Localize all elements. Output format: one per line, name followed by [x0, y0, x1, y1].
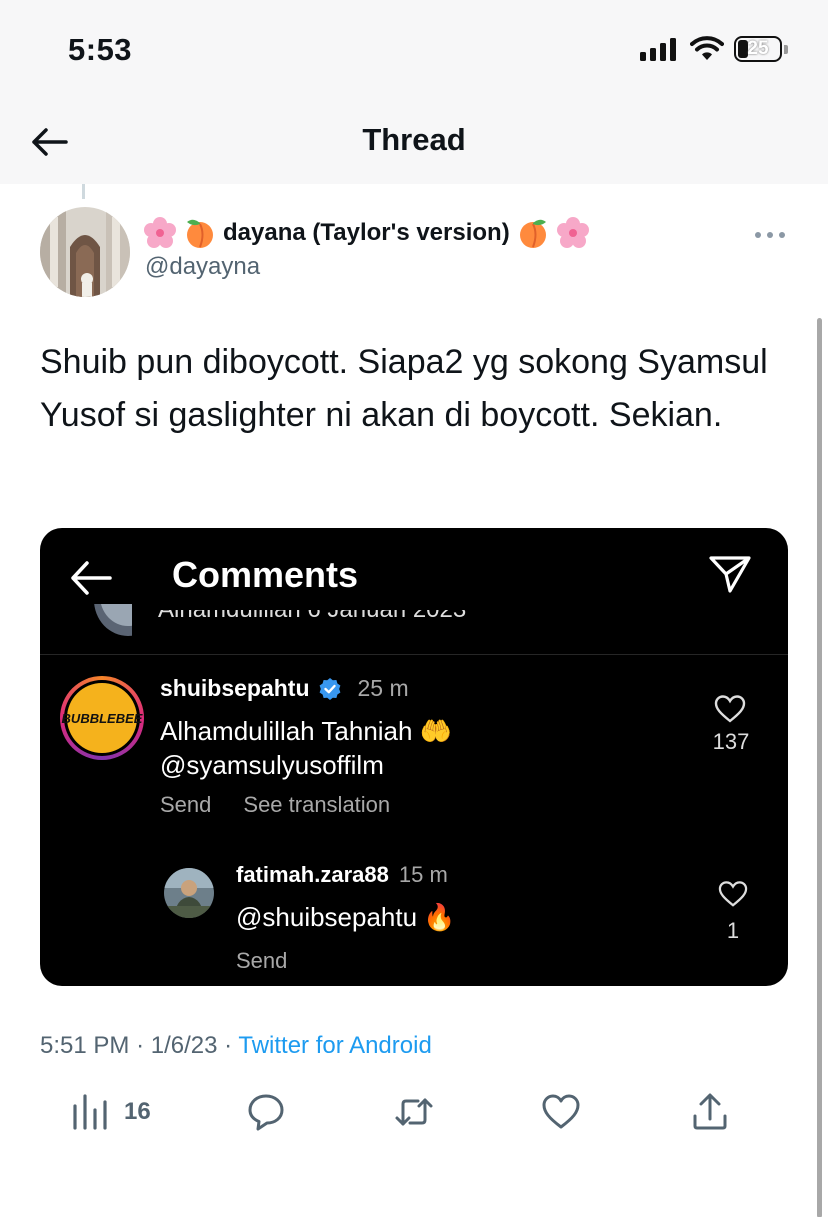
comment-send: Send — [160, 792, 212, 817]
tweet-date: 1/6/23 — [150, 1032, 218, 1059]
comment-username: shuibsepahtu 25 m — [160, 675, 409, 702]
page-title: Thread — [362, 122, 466, 157]
battery-level: 25 — [747, 38, 769, 59]
reply-avatar — [164, 868, 214, 918]
verified-icon — [319, 677, 340, 700]
fire-emoji: 🔥 — [423, 902, 456, 932]
comment-actions: Send See translation — [160, 792, 390, 818]
reply-icon — [248, 1094, 284, 1131]
wifi-icon — [690, 36, 724, 60]
like-button[interactable] — [541, 1092, 581, 1132]
meta-separator: · — [224, 1032, 233, 1059]
action-bar: 16 — [0, 1088, 828, 1136]
thread-connector — [82, 184, 85, 199]
comment-username-text: shuibsepahtu — [160, 675, 310, 701]
reply-username: fatimah.zara88 15 m — [236, 862, 448, 888]
heart-icon — [714, 695, 746, 723]
more-icon[interactable] — [748, 222, 792, 248]
cutoff-comment: Alhamdulillah 6 Januari 2023 — [158, 610, 466, 636]
reply-like-count: 1 — [726, 918, 740, 943]
display-name[interactable]: dayana (Taylor's version) — [143, 216, 590, 250]
tweet-source-link[interactable]: Twitter for Android — [238, 1032, 431, 1059]
status-bar: 5:53 25 — [0, 0, 828, 100]
status-icons: 25 — [640, 36, 788, 62]
share-button[interactable] — [690, 1092, 730, 1132]
comment-text: Alhamdulillah Tahniah 🤲 @syamsulyusoffil… — [160, 716, 453, 780]
tweet-media[interactable]: Comments Alhamdulillah 6 Januari 2023 BU… — [40, 528, 788, 986]
views-icon — [73, 1094, 107, 1130]
reply-username-text: fatimah.zara88 — [236, 862, 389, 887]
scrollbar[interactable] — [817, 318, 822, 1217]
reply-text: @shuibsepahtu 🔥 — [236, 902, 455, 933]
status-time: 5:53 — [68, 32, 133, 67]
peach-icon — [187, 219, 213, 248]
display-name-text: dayana (Taylor's version) — [223, 219, 510, 246]
reply-button[interactable] — [246, 1092, 286, 1132]
comment-like-count: 137 — [712, 729, 750, 754]
media-divider — [40, 654, 788, 655]
cutoff-comment-text: Alhamdulillah 6 Januari 2023 — [158, 610, 466, 624]
peach-icon — [519, 219, 546, 248]
share-icon — [693, 1093, 727, 1130]
heart-icon — [718, 881, 748, 907]
user-handle[interactable]: @dayayna — [145, 253, 260, 281]
avatar[interactable] — [40, 207, 130, 297]
reply-time: 15 m — [398, 862, 448, 887]
cherry-blossom-icon — [144, 217, 176, 248]
comment-avatar: BUBBLEBEE — [60, 676, 144, 760]
meta-separator: · — [136, 1032, 145, 1059]
signal-icon — [640, 38, 676, 61]
cutoff-avatar — [70, 604, 132, 638]
cherry-blossom-icon — [556, 217, 589, 248]
send-icon — [709, 556, 751, 593]
nav-bar: Thread — [0, 100, 828, 184]
avatar-logo-text: BUBBLEBEE — [62, 683, 142, 753]
battery-icon: 25 — [734, 36, 782, 62]
back-arrow-icon — [71, 561, 112, 595]
reply-text-content: @shuibsepahtu — [236, 902, 418, 932]
tweet-time: 5:51 PM — [40, 1032, 130, 1059]
retweet-button[interactable] — [394, 1092, 434, 1132]
views-button[interactable]: 16 — [70, 1092, 151, 1132]
like-icon — [542, 1094, 580, 1129]
battery-nub — [784, 44, 788, 54]
comment-time: 25 m — [357, 675, 409, 701]
media-comments-title: Comments — [172, 554, 359, 595]
comment-see-translation: See translation — [243, 792, 391, 817]
retweet-icon — [395, 1098, 433, 1126]
reply-send: Send — [236, 948, 288, 973]
tweet-text: Shuib pun diboycott. Siapa2 yg sokong Sy… — [40, 343, 768, 434]
tweet-meta: 5:51 PM · 1/6/23 · Twitter for Android — [40, 1032, 432, 1060]
views-count: 16 — [124, 1098, 151, 1125]
